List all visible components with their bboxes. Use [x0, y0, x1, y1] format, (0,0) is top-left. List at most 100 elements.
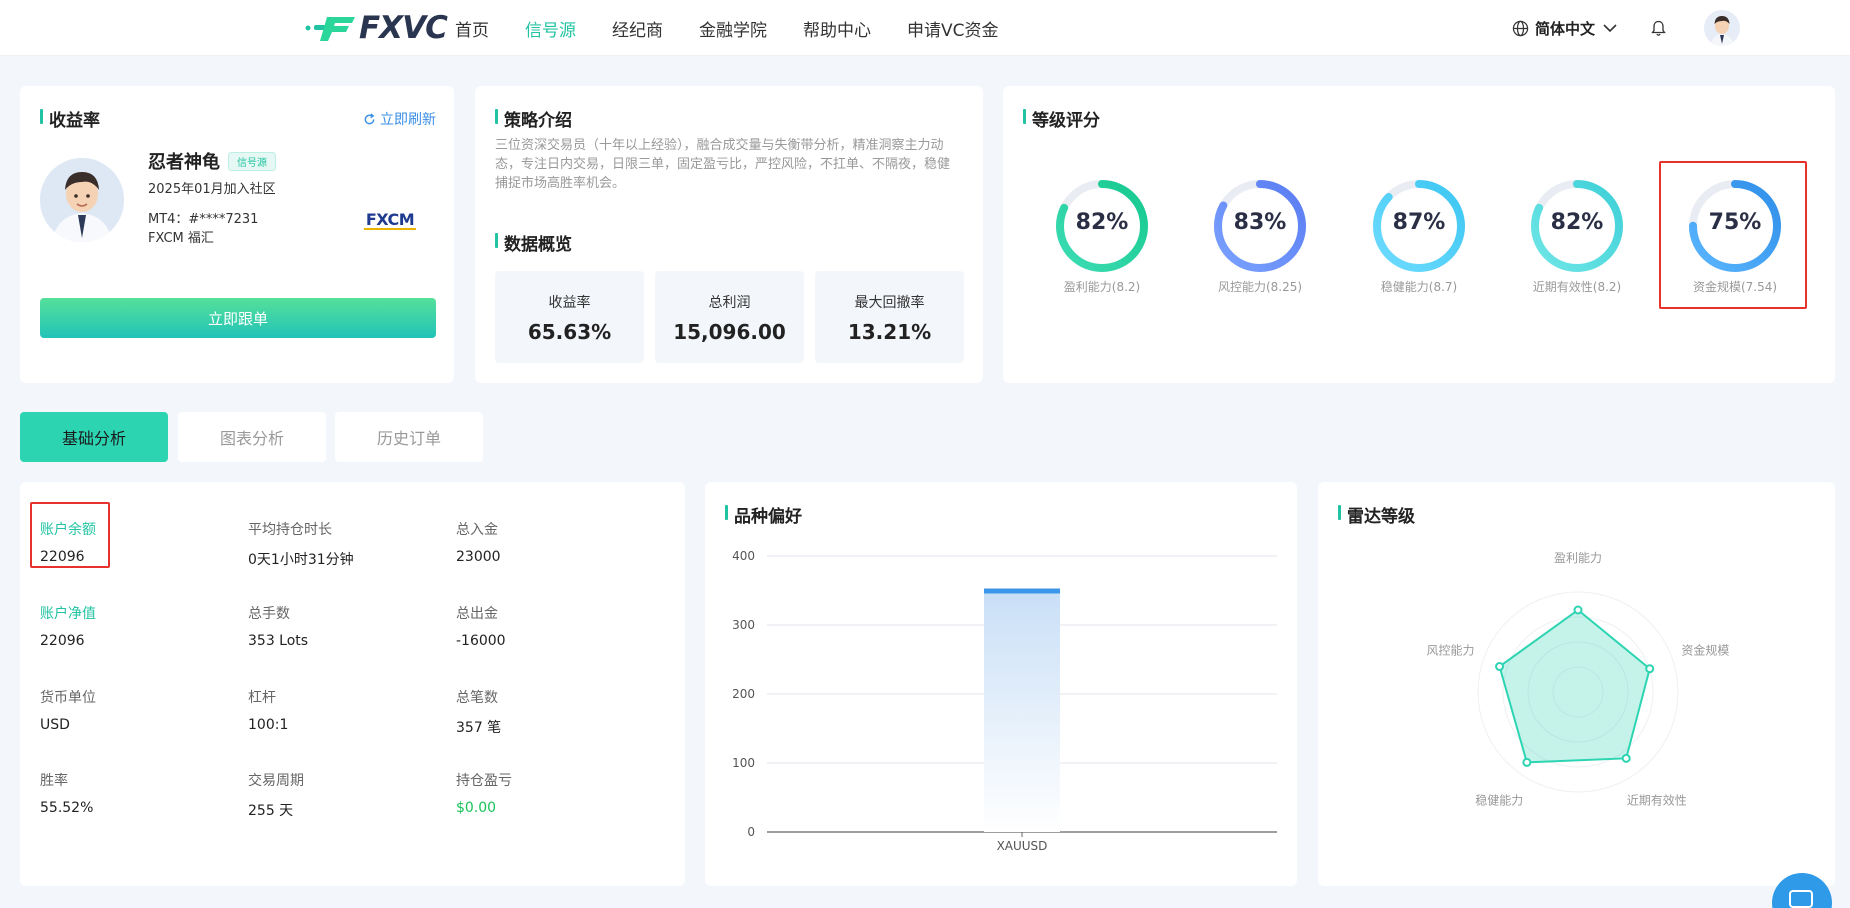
stat-item-label: 总入金	[456, 522, 498, 538]
bell-icon[interactable]	[1651, 20, 1666, 37]
trader-avatar	[40, 158, 124, 242]
radar-point-0	[1573, 605, 1583, 615]
profile-card: 收益率 立即刷新 忍者神龟 信号源 2025年01月加入社区 MT4：#****…	[20, 86, 454, 383]
logo-text: FXVC	[359, 10, 448, 46]
broker-name: FXCM 福汇	[148, 231, 214, 246]
refresh-button[interactable]: 立即刷新	[363, 109, 436, 129]
nav-help[interactable]: 帮助中心	[803, 16, 871, 41]
join-date: 2025年01月加入社区	[148, 182, 276, 197]
stat-max-drawdown: 最大回撤率 13.21%	[815, 271, 964, 363]
highlight-box	[30, 502, 110, 568]
radar-chart: 盈利能力资金规模近期有效性 稳健能力 风控能力	[1427, 551, 1730, 807]
follow-button[interactable]: 立即跟单	[40, 298, 436, 338]
globe-icon	[1512, 20, 1529, 36]
stat-item-label: 总手数	[248, 606, 290, 622]
y-tick-label: 100	[732, 756, 755, 770]
chat-icon	[1789, 890, 1813, 908]
nav-signals[interactable]: 信号源	[525, 16, 576, 41]
trader-name: 忍者神龟 信号源	[148, 148, 276, 174]
stat-item-label: 交易周期	[248, 773, 304, 789]
stat-return-rate: 收益率 65.63%	[495, 271, 644, 363]
chevron-down-icon	[1603, 24, 1617, 33]
bar-XAUUSD	[984, 590, 1060, 832]
strategy-title: 策略介绍	[495, 106, 572, 131]
stat-item-value: 353 Lots	[248, 633, 309, 649]
x-tick-label: XAUUSD	[997, 839, 1048, 853]
stat-item-value: 23000	[456, 549, 501, 565]
stat-item-value: 357 笔	[456, 720, 502, 736]
score-ring: 87% 稳健能力(8.7)	[1369, 176, 1469, 295]
tab-chart-analysis[interactable]: 图表分析	[178, 412, 326, 462]
radar-point-2	[1621, 753, 1631, 763]
score-ring-percent: 83%	[1233, 210, 1287, 235]
stat-item-value: 55.52%	[40, 800, 94, 816]
trader-avatar-image	[40, 158, 124, 242]
fxvc-logo[interactable]: FXVC	[305, 10, 448, 46]
nav-apply-vc[interactable]: 申请VC资金	[907, 16, 999, 41]
fxcm-logo-text: FXCM	[365, 210, 415, 229]
stat-label: 最大回撤率	[854, 295, 925, 311]
y-tick-label: 300	[732, 618, 755, 632]
profile-card-title: 收益率	[40, 106, 100, 131]
stat-item-label: 总笔数	[456, 690, 498, 706]
stat-value: 13.21%	[847, 320, 932, 344]
stat-item-value: 22096	[40, 633, 85, 649]
stat-item-label: 总出金	[456, 606, 498, 622]
stat-label: 收益率	[548, 295, 591, 311]
score-ring-percent: 87%	[1392, 210, 1446, 235]
y-tick-label: 200	[732, 687, 755, 701]
nav-home[interactable]: 首页	[455, 16, 489, 41]
stat-total-profit: 总利润 15,096.00	[655, 271, 804, 363]
nav-academy[interactable]: 金融学院	[699, 16, 767, 41]
fxcm-logo-underline	[364, 228, 416, 230]
radar-point-4	[1495, 662, 1505, 672]
score-ring-percent: 82%	[1075, 210, 1129, 235]
score-ring: 82% 近期有效性(8.2)	[1527, 176, 1627, 295]
highlight-box	[1659, 161, 1807, 309]
radar-point-3	[1522, 757, 1532, 767]
radar-point-1	[1645, 664, 1655, 674]
chat-button[interactable]	[1772, 873, 1832, 908]
bar-cap-XAUUSD	[984, 588, 1060, 594]
stat-item-value: 100:1	[248, 717, 289, 733]
radar-axis-label: 近期有效性	[1627, 792, 1687, 807]
stat-item-value: 0天1小时31分钟	[248, 552, 354, 568]
score-ring-label: 风控能力(8.25)	[1217, 280, 1303, 294]
basic-stats-card: 账户余额 22096 平均持仓时长 0天1小时31分钟 总入金 23000 账户净值 2209…	[20, 482, 685, 886]
overview-title: 数据概览	[495, 230, 572, 255]
stat-item-value: USD	[40, 717, 70, 733]
y-tick-label: 0	[747, 825, 755, 839]
radar-area	[1498, 608, 1651, 764]
radar-axis-label: 风控能力	[1427, 644, 1475, 658]
score-ring: 83% 风控能力(8.25)	[1210, 176, 1310, 295]
nav-brokers[interactable]: 经纪商	[612, 16, 663, 41]
grade-title: 等级评分	[1023, 106, 1100, 131]
radar-axis-label: 资金规模	[1681, 643, 1729, 658]
y-tick-label: 400	[732, 549, 755, 563]
stat-label: 总利润	[708, 295, 751, 311]
tab-history-orders[interactable]: 历史订单	[335, 412, 483, 462]
radar-axis-label: 稳健能力	[1475, 792, 1523, 807]
top-header: FXVC 首页 信号源 经纪商 金融学院 帮助中心 申请VC资金 简体中文	[0, 0, 1850, 56]
score-ring: 82% 盈利能力(8.2)	[1052, 176, 1152, 295]
stat-item-label: 货币单位	[40, 690, 96, 706]
radar-axis-label: 盈利能力	[1554, 551, 1602, 565]
refresh-label: 立即刷新	[380, 112, 436, 128]
refresh-icon	[364, 112, 375, 124]
mt4-account: MT4：#****7231	[148, 212, 259, 227]
strategy-card: 策略介绍 三位资深交易员（十年以上经验），融合成交量与失衡带分析，精准洞察主力动…	[475, 86, 983, 383]
language-selector[interactable]: 简体中文	[1512, 18, 1623, 39]
grade-card: 等级评分 82% 盈利能力(8.2) 83% 风控能力(8.25) 87% 稳健能力(8.…	[1003, 86, 1835, 383]
stat-item-label: 平均持仓时长	[248, 522, 332, 538]
stat-item-value: 255 天	[248, 803, 294, 819]
tab-basic-analysis[interactable]: 基础分析	[20, 412, 168, 462]
user-avatar[interactable]	[1704, 10, 1740, 46]
stat-value: 15,096.00	[673, 320, 786, 344]
stat-item-value: -16000	[456, 633, 506, 649]
score-ring-label: 近期有效性(8.2)	[1532, 280, 1622, 294]
stat-value: 65.63%	[527, 320, 612, 344]
stat-item-label: 持仓盈亏	[456, 773, 512, 789]
language-label: 简体中文	[1534, 19, 1595, 38]
score-ring-label: 稳健能力(8.7)	[1380, 280, 1458, 294]
stat-item-label: 胜率	[40, 773, 68, 789]
